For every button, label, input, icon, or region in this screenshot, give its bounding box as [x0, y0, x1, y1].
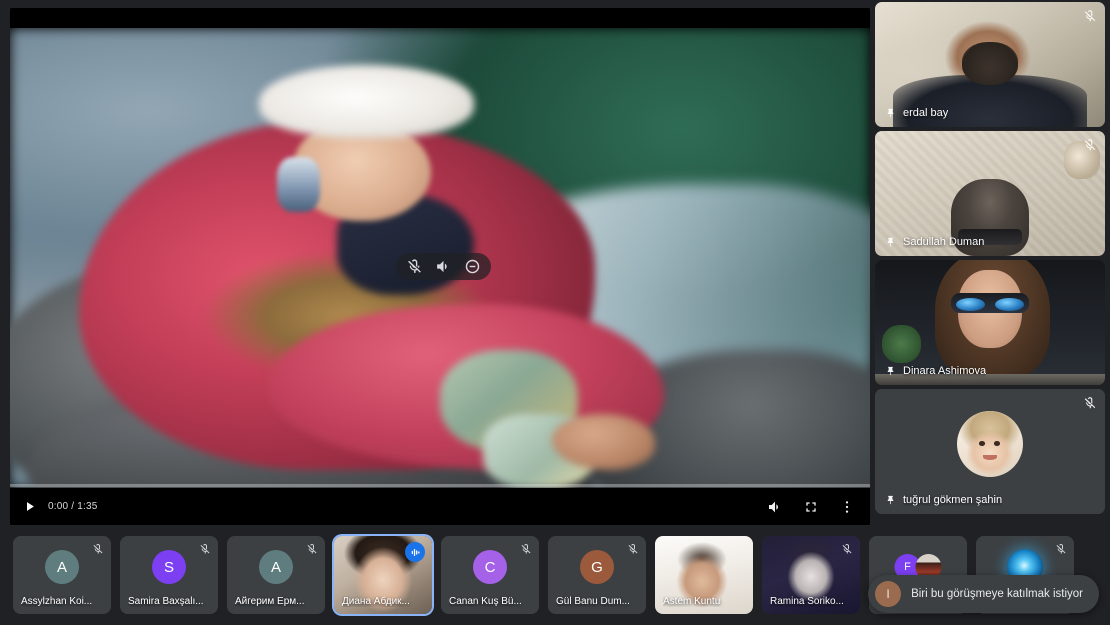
participant-name: Диана Абдик... [342, 596, 426, 607]
video-letterbox-top [10, 8, 870, 28]
avatar: A [45, 550, 79, 584]
sidebar-tile-erdal-bay[interactable]: erdal bay [875, 2, 1105, 127]
avatar: I [875, 581, 901, 607]
volume-icon[interactable] [758, 488, 792, 525]
participant-name: erdal bay [903, 107, 948, 119]
pin-icon [885, 107, 896, 120]
avatar-initial: S [164, 559, 174, 576]
participant-filmstrip: A Assylzhan Koi... S Samira [0, 525, 1110, 625]
participant-name: Dinara Ashimova [903, 365, 986, 377]
mic-off-icon [841, 542, 853, 554]
participant-name: Sadullah Duman [903, 236, 984, 248]
filmstrip-tile-assylzhan[interactable]: A Assylzhan Koi... [13, 536, 111, 614]
filmstrip-tile-samira[interactable]: S Samira Baxşalı... [120, 536, 218, 614]
speaking-indicator-icon [405, 542, 425, 562]
join-request-message: Biri bu görüşmeye katılmak istiyor [911, 588, 1083, 600]
meeting-upper-area: 0:00 / 1:35 [0, 0, 1110, 525]
tile-hover-controls[interactable] [396, 253, 491, 280]
join-request-toast[interactable]: I Biri bu görüşmeye katılmak istiyor [868, 575, 1099, 613]
participant-name: Samira Baxşalı... [128, 596, 212, 607]
video-player-controls[interactable]: 0:00 / 1:35 [10, 488, 870, 525]
avatar [957, 411, 1023, 477]
avatar: A [259, 550, 293, 584]
participant-name: Ramina Soriko... [770, 596, 854, 607]
participant-name: Astem Kuntu [663, 596, 747, 607]
sidebar-tile-dinara-ashimova[interactable]: Dinara Ashimova [875, 260, 1105, 385]
mic-off-icon [1083, 138, 1097, 152]
participant-name: Assylzhan Koi... [21, 596, 105, 607]
participant-name: Gül Banu Dum... [556, 596, 640, 607]
avatar-initial: G [591, 559, 603, 576]
mic-off-icon [627, 542, 639, 554]
sidebar-tile-tugrul-gokmen-sahin[interactable]: tuğrul gökmen şahin [875, 389, 1105, 514]
video-progress-bar[interactable] [10, 484, 870, 487]
filmstrip-tile-astem-kuntu[interactable]: Astem Kuntu [655, 536, 753, 614]
participant-name: Canan Kuş Bü... [449, 596, 533, 607]
remove-icon[interactable] [464, 258, 481, 275]
avatar-initial: F [904, 561, 911, 573]
mic-off-icon [1055, 542, 1067, 554]
speaker-icon[interactable] [435, 258, 452, 275]
pin-icon [885, 494, 896, 507]
avatar: S [152, 550, 186, 584]
filmstrip-tile-canan[interactable]: C Canan Kuş Bü... [441, 536, 539, 614]
avatar: G [580, 550, 614, 584]
meeting-app: 0:00 / 1:35 [0, 0, 1110, 625]
sidebar-tile-sadullah-duman[interactable]: Sadullah Duman [875, 131, 1105, 256]
avatar: C [473, 550, 507, 584]
pin-icon [885, 236, 896, 249]
filmstrip-tile-diana[interactable]: Диана Абдик... [334, 536, 432, 614]
mic-off-icon[interactable] [406, 258, 423, 275]
mic-off-icon [1083, 396, 1097, 410]
filmstrip-tile-gul-banu[interactable]: G Gül Banu Dum... [548, 536, 646, 614]
video-time-label: 0:00 / 1:35 [48, 501, 97, 512]
filmstrip-tile-aigerim[interactable]: A Айгерим Ерм... [227, 536, 325, 614]
fullscreen-icon[interactable] [794, 488, 828, 525]
filmstrip-tile-ramina[interactable]: Ramina Soriko... [762, 536, 860, 614]
participant-sidebar: erdal bay Sadullah Dum [870, 0, 1110, 525]
player-right-controls[interactable] [758, 488, 870, 525]
mic-off-icon [306, 542, 318, 554]
mic-off-icon [92, 542, 104, 554]
mic-off-icon [520, 542, 532, 554]
avatar-initial: A [271, 559, 281, 576]
mic-off-icon [1083, 9, 1097, 23]
avatar-initial: I [886, 587, 889, 601]
pin-icon [885, 365, 896, 378]
avatar-initial: C [485, 559, 496, 576]
play-button[interactable] [10, 488, 48, 525]
avatar-initial: A [57, 559, 67, 576]
more-vertical-icon[interactable] [830, 488, 864, 525]
shared-screen-stage[interactable]: 0:00 / 1:35 [10, 8, 870, 525]
mic-off-icon [199, 542, 211, 554]
participant-name: Айгерим Ерм... [235, 596, 319, 607]
participant-name: tuğrul gökmen şahin [903, 494, 1002, 506]
